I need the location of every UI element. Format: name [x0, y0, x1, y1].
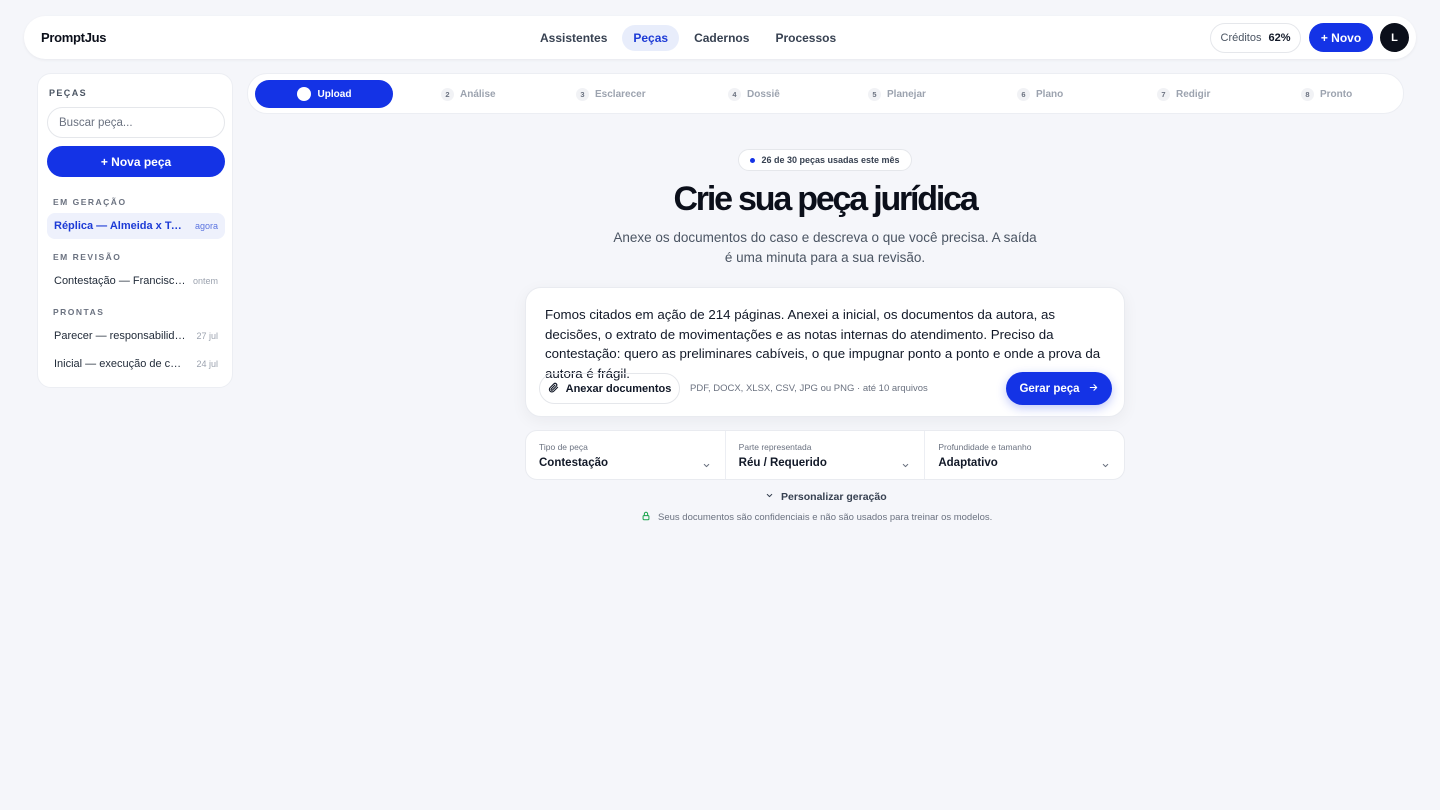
paperclip-icon — [548, 382, 559, 396]
step-number: 3 — [576, 87, 589, 101]
customize-generation-toggle[interactable]: Personalizar geração — [765, 489, 887, 505]
sidebar-item-label: Réplica — Almeida x Telecom — [54, 220, 186, 232]
attach-hint: PDF, DOCX, XLSX, CSV, JPG ou PNG · até 1… — [690, 383, 928, 394]
search-input[interactable] — [47, 107, 225, 138]
step-label: Plano — [1036, 88, 1064, 100]
credits-badge[interactable]: Créditos 62% — [1210, 23, 1301, 53]
lock-icon — [641, 511, 651, 524]
sidebar-item-inicial[interactable]: Inicial — execução de cheque 24 jul — [47, 351, 225, 377]
depth-value: Adaptativo — [938, 457, 998, 469]
sidebar-item-parecer[interactable]: Parecer — responsabilidade civil 27 jul — [47, 323, 225, 349]
depth-select[interactable]: Profundidade e tamanho Adaptativo — [925, 431, 1124, 479]
nav-item-assistentes[interactable]: Assistentes — [529, 25, 618, 51]
privacy-note: Seus documentos são confidenciais e não … — [641, 510, 992, 525]
credits-label: Créditos — [1220, 32, 1262, 44]
piece-type-select[interactable]: Tipo de peça Contestação — [526, 431, 726, 479]
step-analise[interactable]: 2 Análise — [441, 80, 496, 108]
section-title-prontas: PRONTAS — [53, 307, 105, 317]
step-label: Redigir — [1176, 88, 1211, 100]
options-bar: Tipo de peça Contestação Parte represent… — [525, 430, 1125, 480]
sidebar: PEÇAS + Nova peça EM GERAÇÃO Réplica — A… — [37, 73, 233, 388]
step-number: 5 — [868, 87, 881, 101]
new-piece-button[interactable]: + Nova peça — [47, 146, 225, 177]
sidebar-item-label: Parecer — responsabilidade civil — [54, 330, 186, 342]
step-number: 6 — [1017, 87, 1030, 101]
prompt-card: Fomos citados em ação de 214 páginas. An… — [525, 287, 1125, 417]
sidebar-item-label: Contestação — Francisco x Banco — [54, 275, 186, 287]
usage-text: 26 de 30 peças usadas este mês — [761, 155, 900, 165]
new-button[interactable]: + Novo — [1309, 23, 1373, 52]
party-select[interactable]: Parte representada Réu / Requerido — [726, 431, 926, 479]
depth-label: Profundidade e tamanho — [938, 442, 1032, 452]
attach-documents-label: Anexar documentos — [565, 382, 672, 395]
main-nav: Assistentes Peças Cadernos Processos — [529, 25, 851, 51]
step-pronto[interactable]: 8 Pronto — [1301, 80, 1352, 108]
chevron-down-icon — [901, 457, 910, 475]
step-number: 4 — [728, 87, 741, 101]
sidebar-item-contestacao[interactable]: Contestação — Francisco x Banco ontem — [47, 268, 225, 294]
app-logo[interactable]: PromptJus — [41, 30, 107, 45]
generate-button[interactable]: Gerar peça — [1006, 372, 1112, 405]
party-label: Parte representada — [738, 442, 812, 452]
page-title: Crie sua peça jurídica — [673, 180, 978, 218]
step-active-dot-icon — [296, 87, 311, 101]
page-subtitle: Anexe os documentos do caso e descreva o… — [613, 230, 1037, 265]
step-redigir[interactable]: 7 Redigir — [1157, 80, 1210, 108]
piece-type-value: Contestação — [539, 457, 609, 469]
credits-value: 62% — [1268, 32, 1291, 44]
step-number: 2 — [441, 87, 454, 101]
chevron-down-icon — [702, 457, 711, 475]
step-upload[interactable]: Upload — [255, 80, 393, 108]
generate-button-label: Gerar peça — [1019, 382, 1080, 395]
privacy-note-text: Seus documentos são confidenciais e não … — [658, 512, 993, 523]
chevron-down-icon — [765, 491, 774, 503]
arrow-right-icon — [1088, 382, 1099, 396]
sidebar-title: PEÇAS — [49, 88, 88, 98]
step-esclarecer[interactable]: 3 Esclarecer — [576, 80, 646, 108]
step-plano[interactable]: 6 Plano — [1017, 80, 1063, 108]
step-number: 8 — [1301, 87, 1314, 101]
status-dot-icon — [750, 157, 756, 163]
sidebar-item-time: 27 jul — [196, 331, 218, 341]
step-label: Dossiê — [747, 88, 780, 100]
step-planejar[interactable]: 5 Planejar — [868, 80, 926, 108]
party-value: Réu / Requerido — [738, 457, 827, 469]
chevron-down-icon — [1101, 457, 1110, 475]
step-label: Análise — [460, 88, 496, 100]
sidebar-item-time: agora — [194, 221, 218, 231]
sidebar-item-time: 24 jul — [196, 359, 218, 369]
attach-documents-button[interactable]: Anexar documentos — [539, 373, 680, 404]
sidebar-item-time: ontem — [192, 276, 218, 286]
nav-item-pecas[interactable]: Peças — [622, 25, 680, 51]
step-label: Pronto — [1320, 88, 1353, 100]
nav-item-cadernos[interactable]: Cadernos — [683, 25, 760, 51]
step-dossie[interactable]: 4 Dossiê — [728, 80, 780, 108]
avatar[interactable]: L — [1380, 23, 1409, 52]
usage-badge: 26 de 30 peças usadas este mês — [738, 149, 912, 171]
step-label: Esclarecer — [595, 88, 646, 100]
section-title-em-revisao: EM REVISÃO — [53, 252, 122, 262]
step-label: Upload — [317, 88, 352, 100]
step-number: 7 — [1157, 87, 1170, 101]
piece-type-label: Tipo de peça — [539, 442, 588, 452]
nav-item-processos[interactable]: Processos — [764, 25, 847, 51]
top-bar: PromptJus Assistentes Peças Cadernos Pro… — [24, 16, 1416, 59]
step-label: Planejar — [887, 88, 926, 100]
sidebar-item-label: Inicial — execução de cheque — [54, 358, 186, 370]
progress-stepper: Upload 2 Análise 3 Esclarecer 4 Dossiê 5… — [247, 73, 1404, 114]
customize-generation-label: Personalizar geração — [781, 491, 887, 503]
